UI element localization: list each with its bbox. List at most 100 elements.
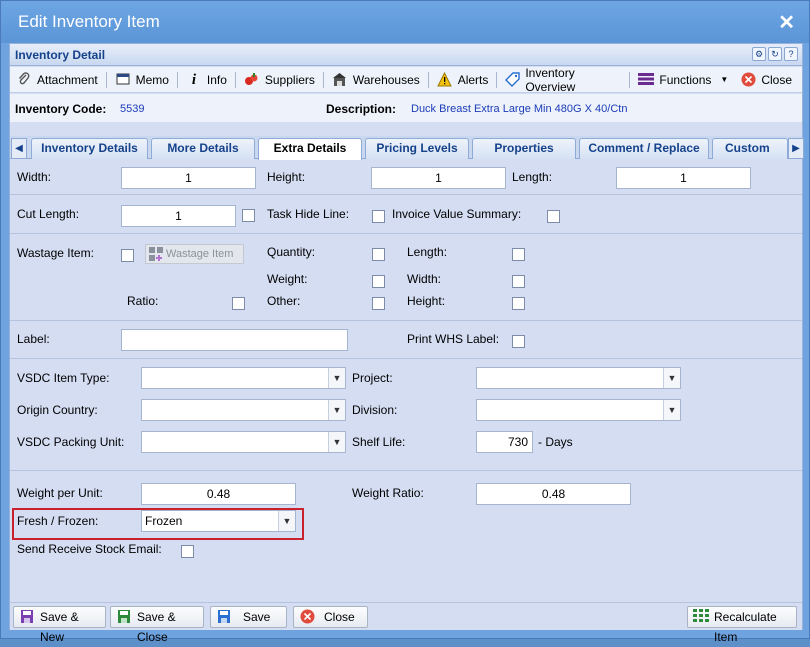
- suppliers-button[interactable]: Suppliers: [238, 69, 321, 91]
- inventory-overview-button[interactable]: Inventory Overview: [499, 66, 627, 94]
- wastage-quantity-label: Quantity:: [267, 245, 316, 259]
- wastage-height-label: Height:: [407, 294, 446, 308]
- wastage-length-label: Length:: [407, 245, 448, 259]
- warehouse-icon: [332, 72, 348, 88]
- suppliers-icon: [244, 72, 260, 88]
- origin-country-label: Origin Country:: [17, 403, 98, 417]
- recalculate-icon: [693, 609, 709, 625]
- chevron-down-icon[interactable]: ▼: [663, 400, 680, 420]
- save-and-close-button[interactable]: Save & Close: [110, 606, 204, 644]
- height-input[interactable]: 1: [371, 167, 506, 189]
- gear-icon[interactable]: ⚙: [752, 47, 766, 61]
- tab-properties[interactable]: Properties: [472, 138, 576, 159]
- tab-scroll-left-icon[interactable]: ◀: [11, 138, 27, 159]
- send-receive-stock-email-label: Send Receive Stock Email:: [17, 542, 162, 556]
- vsdc-packing-unit-select[interactable]: ▼: [141, 431, 346, 453]
- dimensions-section: Width: 1 Height: 1 Length: 1: [10, 160, 802, 195]
- invoice-value-summary-checkbox[interactable]: [547, 210, 560, 223]
- shelf-life-input[interactable]: 730: [476, 431, 533, 453]
- weight-ratio-input[interactable]: 0.48: [476, 483, 631, 505]
- warehouses-button[interactable]: Warehouses: [326, 69, 426, 91]
- length-label: Length:: [512, 170, 553, 184]
- window-close-icon[interactable]: ✕: [778, 10, 795, 35]
- memo-button[interactable]: Memo: [109, 69, 175, 91]
- width-label: Width:: [17, 170, 52, 184]
- weight-per-unit-input[interactable]: 0.48: [141, 483, 296, 505]
- wastage-ratio-checkbox[interactable]: [232, 297, 245, 310]
- send-receive-stock-email-checkbox[interactable]: [181, 545, 194, 558]
- recalculate-item-button[interactable]: Recalculate Item: [687, 606, 797, 644]
- inventory-header-row: Inventory Code: 5539 Description: Duck B…: [10, 94, 802, 122]
- toolbar-separator: [234, 71, 236, 88]
- shelf-life-unit: - Days: [538, 435, 573, 449]
- info-icon: i: [191, 71, 196, 88]
- alerts-button[interactable]: Alerts: [431, 69, 495, 91]
- tab-strip: ◀ Inventory Details More Details Extra D…: [10, 136, 804, 160]
- wastage-section: Wastage Item: Wastage Item Quantity: Len…: [10, 235, 802, 321]
- invoice-value-summary-label: Invoice Value Summary:: [392, 207, 522, 221]
- tab-extra-details[interactable]: Extra Details: [258, 138, 362, 160]
- refresh-icon[interactable]: ↻: [768, 47, 782, 61]
- help-icon[interactable]: ?: [784, 47, 798, 61]
- wastage-quantity-checkbox[interactable]: [372, 248, 385, 261]
- chevron-down-icon[interactable]: ▼: [278, 511, 295, 531]
- tab-scroll-right-icon[interactable]: ▶: [788, 138, 804, 159]
- toolbar-separator: [629, 71, 631, 88]
- wastage-width-checkbox[interactable]: [512, 275, 525, 288]
- tab-pricing-levels[interactable]: Pricing Levels: [365, 138, 469, 159]
- close-button[interactable]: Close: [293, 606, 368, 628]
- inventory-detail-panel: Inventory Detail ⚙ ↻ ? Attachment Memo i…: [9, 43, 804, 644]
- length-input[interactable]: 1: [616, 167, 751, 189]
- info-label: Info: [206, 72, 227, 87]
- edit-inventory-window: Edit Inventory Item ✕ Inventory Detail ⚙…: [0, 0, 810, 644]
- tab-more-details[interactable]: More Details: [151, 138, 255, 159]
- wastage-other-label: Other:: [267, 294, 301, 308]
- vsdc-packing-unit-label: VSDC Packing Unit:: [17, 435, 125, 449]
- save-icon: [216, 609, 232, 625]
- wastage-item-label: Wastage Item:: [17, 246, 94, 260]
- wastage-item-checkbox[interactable]: [121, 249, 134, 262]
- info-button[interactable]: i Info: [180, 69, 233, 91]
- wastage-other-checkbox[interactable]: [372, 297, 385, 310]
- inventory-code-label: Inventory Code:: [15, 102, 107, 116]
- label-input[interactable]: [121, 329, 348, 351]
- chevron-down-icon[interactable]: ▼: [328, 432, 345, 452]
- attachment-button[interactable]: Attachment: [10, 69, 104, 91]
- chevron-down-icon[interactable]: ▼: [328, 368, 345, 388]
- toolbar-close-button[interactable]: Close: [734, 69, 798, 91]
- save-and-new-button[interactable]: Save & New: [13, 606, 106, 644]
- save-button[interactable]: Save: [210, 606, 287, 628]
- wastage-weight-checkbox[interactable]: [372, 275, 385, 288]
- wastage-grid-icon: [149, 247, 163, 261]
- close-button-label: Close: [324, 610, 355, 624]
- print-whs-label-checkbox[interactable]: [512, 335, 525, 348]
- wastage-length-checkbox[interactable]: [512, 248, 525, 261]
- vsdc-item-type-select[interactable]: ▼: [141, 367, 346, 389]
- chevron-down-icon[interactable]: ▼: [328, 400, 345, 420]
- wastage-item-button-label: Wastage Item: [166, 248, 234, 260]
- tab-inventory-details[interactable]: Inventory Details: [31, 138, 148, 159]
- memo-icon: [115, 72, 131, 88]
- chevron-down-icon[interactable]: ▼: [663, 368, 680, 388]
- origin-country-select[interactable]: ▼: [141, 399, 346, 421]
- wastage-item-button[interactable]: Wastage Item: [145, 244, 244, 264]
- width-input[interactable]: 1: [121, 167, 256, 189]
- tab-custom-fields[interactable]: Custom Fie: [712, 138, 788, 159]
- cut-length-input[interactable]: 1: [121, 205, 236, 227]
- close-circle-icon: [740, 72, 756, 88]
- cut-length-checkbox[interactable]: [242, 209, 255, 222]
- fresh-frozen-label: Fresh / Frozen:: [17, 514, 99, 528]
- label-section: Label: Print WHS Label:: [10, 322, 802, 359]
- tab-comment-replace[interactable]: Comment / Replace: [579, 138, 709, 159]
- project-select[interactable]: ▼: [476, 367, 681, 389]
- toolbar-separator: [322, 71, 324, 88]
- wastage-ratio-label: Ratio:: [127, 294, 159, 308]
- wastage-height-checkbox[interactable]: [512, 297, 525, 310]
- fresh-frozen-select[interactable]: Frozen ▼: [141, 510, 296, 532]
- height-label: Height:: [267, 170, 306, 184]
- vsdc-item-type-label: VSDC Item Type:: [17, 371, 110, 385]
- division-select[interactable]: ▼: [476, 399, 681, 421]
- task-hide-line-checkbox[interactable]: [372, 210, 385, 223]
- description-label: Description:: [326, 102, 397, 116]
- functions-button[interactable]: Functions ▼: [632, 69, 734, 91]
